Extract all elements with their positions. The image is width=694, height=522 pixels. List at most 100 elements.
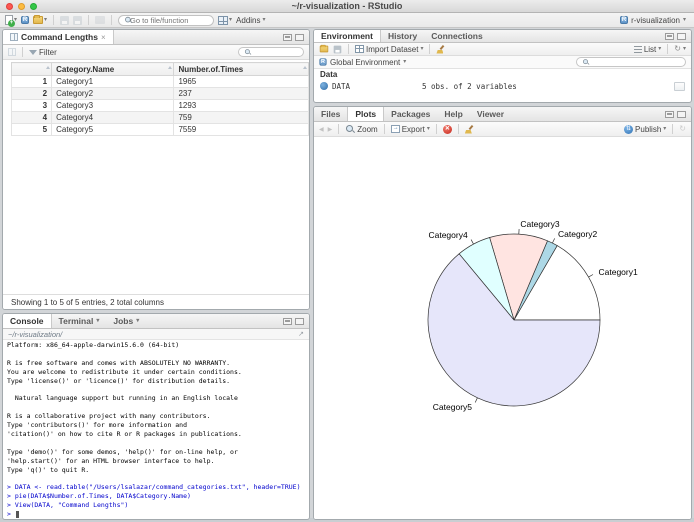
table-cell: 7559 — [174, 124, 309, 136]
popout-icon[interactable] — [8, 48, 16, 56]
goto-file-search[interactable] — [118, 15, 214, 26]
clear-all-plots-icon[interactable] — [465, 125, 474, 134]
import-dataset-icon — [355, 45, 364, 53]
pie-slice-label: Category2 — [558, 229, 597, 239]
toolbar-separator — [22, 47, 23, 57]
minimize-pane-icon[interactable] — [283, 34, 292, 41]
tab-terminal[interactable]: Terminal▾ — [52, 314, 107, 328]
global-environment-icon: R — [319, 58, 326, 65]
data-viewer-search-input[interactable] — [253, 49, 299, 56]
tab-viewer[interactable]: Viewer — [470, 107, 511, 121]
import-dataset-button[interactable]: Import Dataset ▾ — [355, 45, 423, 54]
tab-connections[interactable]: Connections — [424, 30, 489, 42]
save-workspace-icon[interactable] — [334, 45, 342, 53]
pie-slice-label: Category5 — [433, 402, 472, 412]
pane-buttons — [665, 30, 691, 42]
column-header-category-name[interactable]: Category.Name — [52, 63, 174, 76]
addins-menu[interactable]: Addins▾ — [236, 16, 265, 25]
minimize-pane-icon[interactable] — [283, 318, 292, 325]
tab-command-lengths[interactable]: Command Lengths × — [3, 30, 114, 44]
toolbar-separator — [53, 15, 54, 25]
save-all-button[interactable] — [73, 16, 82, 25]
tab-plots[interactable]: Plots — [347, 107, 384, 121]
refresh-environment-button[interactable]: ↻ ▾ — [674, 45, 686, 53]
environment-scope-selector[interactable]: Global Environment — [330, 58, 400, 67]
table-cell: 1965 — [174, 76, 309, 88]
project-menu[interactable]: R r-visualization ▾ — [620, 16, 686, 25]
load-workspace-icon[interactable] — [320, 46, 329, 53]
list-view-button[interactable]: List ▾ — [634, 45, 661, 54]
pie-label-tick — [589, 275, 594, 278]
list-icon — [634, 46, 642, 53]
object-name: DATA — [332, 82, 350, 91]
pie-label-tick — [471, 240, 473, 245]
refresh-icon: ↻ — [674, 45, 681, 53]
console-line: You are welcome to redistribute it under… — [7, 368, 309, 377]
data-grid-icon — [10, 33, 18, 41]
table-row[interactable]: 2 Category2 237 — [12, 88, 309, 100]
filter-button[interactable]: Filter — [29, 48, 57, 57]
table-row[interactable]: 3 Category3 1293 — [12, 100, 309, 112]
close-tab-icon[interactable]: × — [101, 33, 106, 42]
maximize-pane-icon[interactable] — [677, 111, 686, 118]
tab-history[interactable]: History — [381, 30, 424, 42]
tab-packages[interactable]: Packages — [384, 107, 437, 121]
console-line — [7, 439, 309, 448]
row-number-cell: 5 — [12, 124, 52, 136]
new-file-button[interactable]: ▾ — [5, 15, 17, 25]
row-number-header[interactable] — [12, 63, 52, 76]
table-row[interactable]: 5 Category5 7559 — [12, 124, 309, 136]
pane-buttons — [665, 107, 691, 121]
goto-file-input[interactable] — [130, 16, 208, 25]
table-cell: 759 — [174, 112, 309, 124]
remove-plot-icon[interactable]: ✕ — [443, 125, 452, 134]
tab-console[interactable]: Console — [3, 314, 52, 328]
open-file-button[interactable]: ▾ — [33, 16, 47, 24]
environment-tabbar: Environment History Connections — [314, 30, 691, 43]
plot-area: Category1Category2Category3Category4Cate… — [314, 137, 691, 519]
column-header-number-of-times[interactable]: Number.of.Times — [174, 63, 309, 76]
text-cursor — [16, 511, 19, 518]
tab-help[interactable]: Help — [437, 107, 469, 121]
environment-scope-row: R Global Environment ▾ — [314, 56, 691, 69]
console-pane: Console Terminal▾ Jobs▾ ~/r-visualizatio… — [2, 313, 310, 520]
print-button[interactable] — [95, 16, 105, 24]
console-line — [7, 350, 309, 359]
pie-slice-label: Category4 — [428, 230, 467, 240]
table-row[interactable]: 1 Category1 1965 — [12, 76, 309, 88]
environment-toolbar: Import Dataset ▾ List ▾ ↻ ▾ — [314, 43, 691, 56]
save-button[interactable] — [60, 16, 69, 25]
environment-object-row[interactable]: DATA 5 obs. of 2 variables — [314, 80, 691, 92]
console-output[interactable]: Platform: x86_64-apple-darwin15.6.0 (64-… — [3, 340, 309, 519]
workspace: Command Lengths × Filter — [0, 28, 694, 522]
view-table-icon[interactable] — [674, 82, 685, 91]
table-row[interactable]: 4 Category4 759 — [12, 112, 309, 124]
data-viewer-search[interactable] — [238, 47, 304, 57]
maximize-pane-icon[interactable] — [295, 318, 304, 325]
export-button[interactable]: Export ▾ — [391, 125, 430, 134]
clear-objects-icon[interactable] — [436, 45, 445, 54]
environment-search-input[interactable] — [592, 59, 681, 66]
toolbar-separator — [111, 15, 112, 25]
publish-button[interactable]: ⇅ Publish ▾ — [624, 125, 666, 134]
previous-plot-icon[interactable]: ◀ — [319, 126, 324, 133]
tab-files[interactable]: Files — [314, 107, 347, 121]
refresh-plot-icon[interactable]: ↻ — [679, 125, 686, 133]
environment-search[interactable] — [576, 57, 686, 67]
data-viewer-toolbar: Filter — [3, 45, 309, 60]
row-number-cell: 4 — [12, 112, 52, 124]
workspace-panes-button[interactable]: ▾ — [218, 16, 232, 25]
tab-jobs[interactable]: Jobs▾ — [106, 314, 146, 328]
row-number-cell: 3 — [12, 100, 52, 112]
new-project-button[interactable]: R — [21, 16, 29, 24]
tab-environment[interactable]: Environment — [314, 30, 381, 42]
next-plot-icon[interactable]: ▶ — [328, 126, 333, 133]
minimize-pane-icon[interactable] — [665, 111, 674, 118]
zoom-button[interactable]: Zoom — [345, 124, 377, 134]
console-line: R is a collaborative project with many c… — [7, 412, 309, 421]
minimize-pane-icon[interactable] — [665, 33, 674, 40]
open-in-files-icon[interactable]: ↗ — [298, 330, 304, 338]
maximize-pane-icon[interactable] — [677, 33, 686, 40]
new-project-icon: R — [21, 16, 29, 24]
maximize-pane-icon[interactable] — [295, 34, 304, 41]
